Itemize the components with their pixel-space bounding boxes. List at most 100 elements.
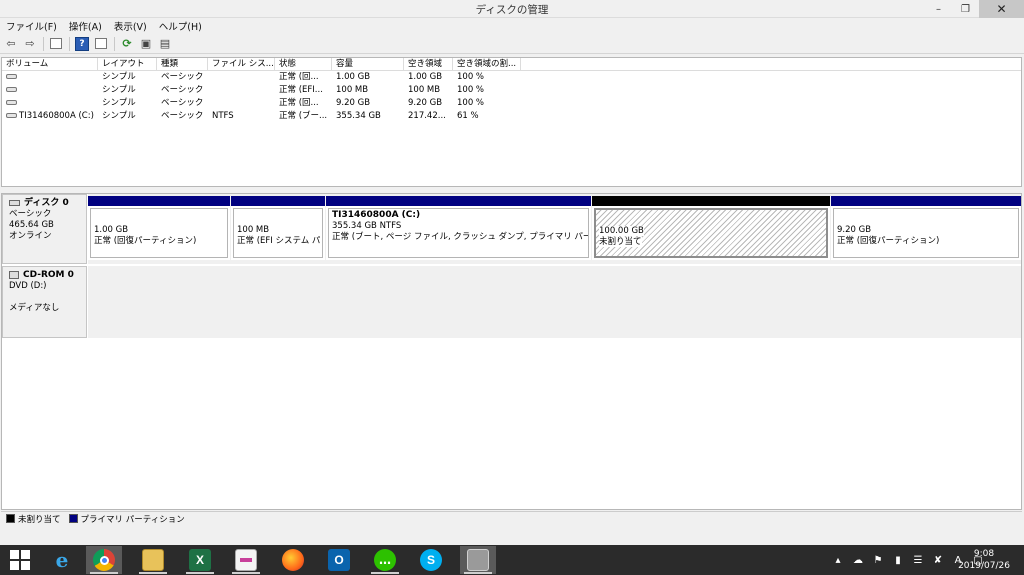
volume-free: 9.20 GB: [408, 98, 443, 108]
partition-unallocated[interactable]: 100.00 GB 未割り当て: [592, 196, 830, 260]
close-button[interactable]: ✕: [979, 0, 1024, 18]
title-bar: ディスクの管理 – ❐ ✕: [0, 0, 1024, 18]
volume-filesystem: NTFS: [212, 111, 234, 121]
menu-bar: ファイル(F) 操作(A) 表示(V) ヘルプ(H): [0, 18, 1024, 33]
volume-filesystem: [208, 84, 275, 97]
taskbar-ie[interactable]: e: [44, 546, 80, 574]
forward-arrow-icon[interactable]: ⇨: [23, 37, 37, 51]
taskbar-firefox[interactable]: [275, 546, 311, 574]
column-header-type[interactable]: 種類: [157, 58, 208, 71]
disk-label-disk0[interactable]: ディスク 0 ベーシック 465.64 GB オンライン: [2, 194, 87, 264]
minimize-button[interactable]: –: [925, 0, 952, 18]
volume-type: ベーシック: [161, 98, 204, 108]
restore-icon: ❐: [961, 3, 970, 15]
volume-icon: [6, 100, 17, 105]
minimize-icon: –: [936, 3, 941, 15]
window-controls: – ❐ ✕: [925, 0, 1024, 18]
volume-name: TI31460800A (C:): [19, 111, 94, 121]
clock-time: 9:08: [973, 549, 995, 559]
taskbar-excel[interactable]: X: [182, 546, 218, 574]
volume-layout: シンプル: [102, 98, 136, 108]
taskbar-wechat[interactable]: …: [367, 546, 403, 574]
disk-name: ディスク 0: [24, 198, 69, 208]
menu-view[interactable]: 表示(V): [114, 19, 147, 33]
chevron-up-icon[interactable]: ▴: [831, 553, 845, 567]
menu-file[interactable]: ファイル(F): [6, 19, 57, 33]
folder-icon: [142, 549, 164, 571]
taskbar-disk-management[interactable]: [460, 546, 496, 574]
disk-management-icon: [467, 549, 489, 571]
disk-media: メディアなし: [9, 303, 60, 313]
cd-rom-icon: [9, 270, 19, 279]
legend-swatch-primary: [68, 514, 78, 523]
partition-efi[interactable]: 100 MB 正常 (EFI システム パ: [231, 196, 325, 260]
settings-icon[interactable]: ▤: [158, 37, 172, 51]
menu-action[interactable]: 操作(A): [69, 19, 102, 33]
volume-capacity: 9.20 GB: [336, 98, 371, 108]
clock[interactable]: 9:08 2019/07/26: [954, 548, 1014, 572]
partition-status: 未割り当て: [599, 237, 642, 247]
volume-status: 正常 (EFI...: [279, 85, 323, 95]
properties-icon[interactable]: [94, 37, 108, 51]
column-header-capacity[interactable]: 容量: [332, 58, 404, 71]
network-icon[interactable]: ☰: [911, 553, 925, 567]
table-row[interactable]: シンプル ベーシック 正常 (EFI... 100 MB 100 MB 100 …: [2, 84, 1021, 97]
volume-free: 1.00 GB: [408, 72, 443, 82]
taskbar-chrome[interactable]: [86, 546, 122, 574]
volume-muted-icon[interactable]: ✘: [931, 553, 945, 567]
rescan-disks-icon[interactable]: ▣: [139, 37, 153, 51]
column-header-free-percent[interactable]: 空き領域の割...: [453, 58, 521, 71]
disk-name: CD-ROM 0: [23, 270, 74, 280]
volume-filesystem: [208, 97, 275, 110]
back-arrow-icon[interactable]: ⇦: [4, 37, 18, 51]
taskbar-outlook[interactable]: O: [321, 546, 357, 574]
volume-free: 100 MB: [408, 85, 441, 95]
help-icon[interactable]: ?: [75, 36, 89, 51]
menu-help[interactable]: ヘルプ(H): [159, 19, 202, 33]
flag-icon[interactable]: ⚑: [871, 553, 885, 567]
app-window-icon: [235, 549, 257, 571]
partition-c-drive[interactable]: TI31460800A (C:) 355.34 GB NTFS 正常 (ブート,…: [326, 196, 591, 260]
column-header-volume[interactable]: ボリューム: [2, 58, 98, 71]
restore-button[interactable]: ❐: [952, 0, 979, 18]
volume-status: 正常 (回...: [279, 98, 319, 108]
start-button[interactable]: [2, 546, 38, 574]
disk-row-cdrom0: CD-ROM 0 DVD (D:) メディアなし: [2, 266, 1021, 338]
partition-status: 正常 (回復パーティション): [94, 236, 197, 246]
partition-recovery-2[interactable]: 9.20 GB 正常 (回復パーティション): [831, 196, 1021, 260]
console-tree-icon[interactable]: [49, 37, 63, 51]
volume-status: 正常 (回...: [279, 72, 319, 82]
refresh-icon[interactable]: ⟳: [120, 37, 134, 51]
volume-free: 217.42...: [408, 111, 446, 121]
volume-free-percent: 100 %: [457, 98, 485, 108]
hard-disk-icon: [9, 199, 20, 206]
table-row[interactable]: シンプル ベーシック 正常 (回... 1.00 GB 1.00 GB 100 …: [2, 71, 1021, 84]
battery-icon[interactable]: ▮: [891, 553, 905, 567]
partition-status: 正常 (回復パーティション): [837, 236, 940, 246]
partition-bar: [88, 196, 230, 206]
table-row[interactable]: TI31460800A (C:) シンプル ベーシック NTFS 正常 (ブー.…: [2, 110, 1021, 123]
partition-size: 9.20 GB: [837, 225, 872, 235]
partition-status: 正常 (EFI システム パ: [237, 236, 321, 246]
partition-status: 正常 (ブート, ページ ファイル, クラッシュ ダンプ, プライマリ パーティ…: [332, 232, 588, 242]
table-row[interactable]: シンプル ベーシック 正常 (回... 9.20 GB 9.20 GB 100 …: [2, 97, 1021, 110]
taskbar-skype[interactable]: S: [413, 546, 449, 574]
column-header-layout[interactable]: レイアウト: [98, 58, 157, 71]
column-header-filesystem[interactable]: ファイル シス...: [208, 58, 275, 71]
partition-bar: [592, 196, 830, 206]
partition-recovery-1[interactable]: 1.00 GB 正常 (回復パーティション): [88, 196, 230, 260]
skype-icon: S: [420, 549, 442, 571]
column-header-free-space[interactable]: 空き領域: [404, 58, 453, 71]
legend-label-primary: プライマリ パーティション: [80, 514, 185, 525]
partition-bar: [326, 196, 591, 206]
cloud-icon[interactable]: ☁: [851, 553, 865, 567]
partition-size: 1.00 GB: [94, 225, 129, 235]
windows-logo-icon: [10, 550, 30, 570]
taskbar-app[interactable]: [228, 546, 264, 574]
partition-size: 100.00 GB: [599, 226, 644, 236]
legend-label-unallocated: 未割り当て: [18, 514, 61, 525]
taskbar-file-explorer[interactable]: [135, 546, 171, 574]
partition-bar: [831, 196, 1021, 206]
disk-label-cdrom0[interactable]: CD-ROM 0 DVD (D:) メディアなし: [2, 266, 87, 338]
column-header-status[interactable]: 状態: [275, 58, 332, 71]
